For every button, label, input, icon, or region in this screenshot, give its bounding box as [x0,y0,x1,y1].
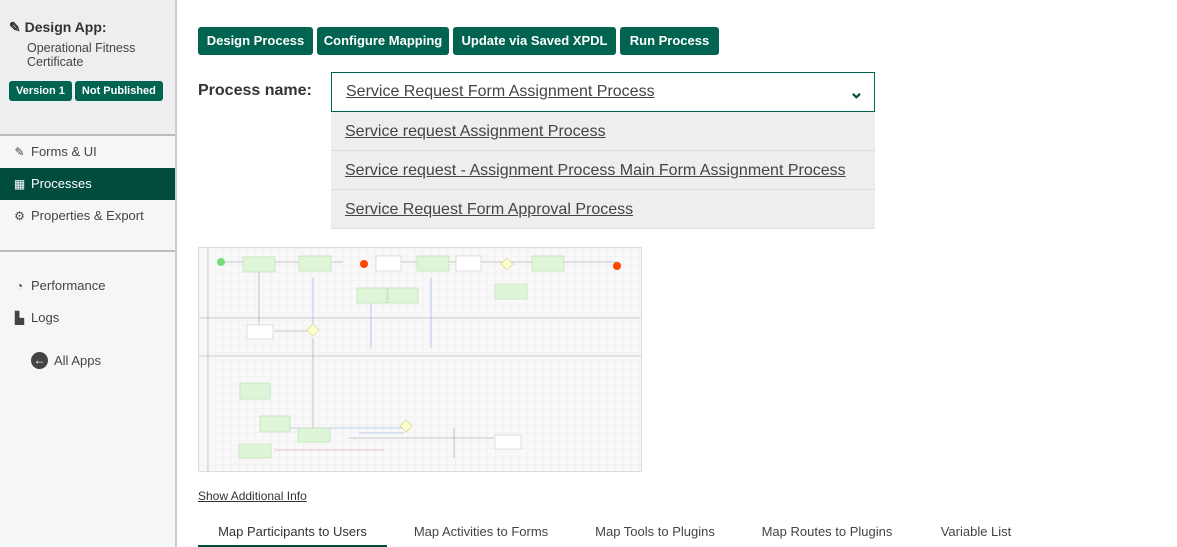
process-name-label: Process name: [198,82,312,99]
gear-icon: ⚙ [14,209,25,223]
sidebar-item-performance[interactable]: ◔ Performance [0,270,175,302]
process-option[interactable]: Service request - Assignment Process Mai… [331,151,875,190]
process-diagram[interactable] [198,247,642,472]
edit-icon: ✎ [9,19,21,35]
chevron-down-icon: ⌄ [848,82,864,102]
design-process-button[interactable]: Design Process [198,27,313,55]
process-option[interactable]: Service Request Form Approval Process [331,190,875,229]
divider: ◔ Performance ▙ Logs ← All Apps [0,250,175,369]
update-xpdl-button[interactable]: Update via Saved XPDL [453,27,616,55]
process-option[interactable]: Service request Assignment Process [331,112,875,151]
sidebar-item-logs[interactable]: ▙ Logs [0,302,175,334]
tab-map-activities[interactable]: Map Activities to Forms [400,518,562,547]
all-apps-link[interactable]: ← All Apps [31,352,175,369]
sidebar-item-properties[interactable]: ⚙ Properties & Export [0,200,175,232]
scroll-icon: ▙ [14,311,25,325]
sidebar-item-label: Forms & UI [31,144,97,159]
process-name-select[interactable]: Service Request Form Assignment Process ⌄ [331,72,875,112]
app-label: Design App: [24,19,107,35]
all-apps-label: All Apps [54,353,101,368]
selected-value: Service Request Form Assignment Process [346,83,655,100]
app-header: ✎ Design App: Operational Fitness Certif… [0,0,175,136]
sidebar-item-label: Performance [31,278,106,293]
run-process-button[interactable]: Run Process [620,27,719,55]
table-icon: ▦ [13,177,26,191]
tab-map-participants[interactable]: Map Participants to Users [198,518,387,547]
tab-map-routes[interactable]: Map Routes to Plugins [748,518,906,547]
sidebar-item-label: Logs [31,310,60,325]
status-badge: Not Published [74,81,163,101]
process-diagram-graphic [199,248,641,471]
configure-mapping-button[interactable]: Configure Mapping [317,27,449,55]
sidebar-item-processes[interactable]: ▦ Processes [0,168,175,200]
sidebar-item-forms[interactable]: ✎ Forms & UI [0,136,175,168]
tab-map-tools[interactable]: Map Tools to Plugins [580,518,730,547]
sidebar-item-label: Processes [31,176,92,191]
version-badge: Version 1 [9,81,72,101]
dashboard-icon: ◔ [15,279,24,293]
sidebar: ✎ Design App: Operational Fitness Certif… [0,0,177,547]
tab-variable-list[interactable]: Variable List [925,518,1027,547]
edit-icon: ✎ [14,145,25,159]
sidebar-item-label: Properties & Export [31,208,144,223]
app-name: Operational Fitness Certificate [27,41,136,69]
show-additional-info-link[interactable]: Show Additional Info [198,489,307,503]
arrow-left-circle-icon: ← [31,352,48,369]
